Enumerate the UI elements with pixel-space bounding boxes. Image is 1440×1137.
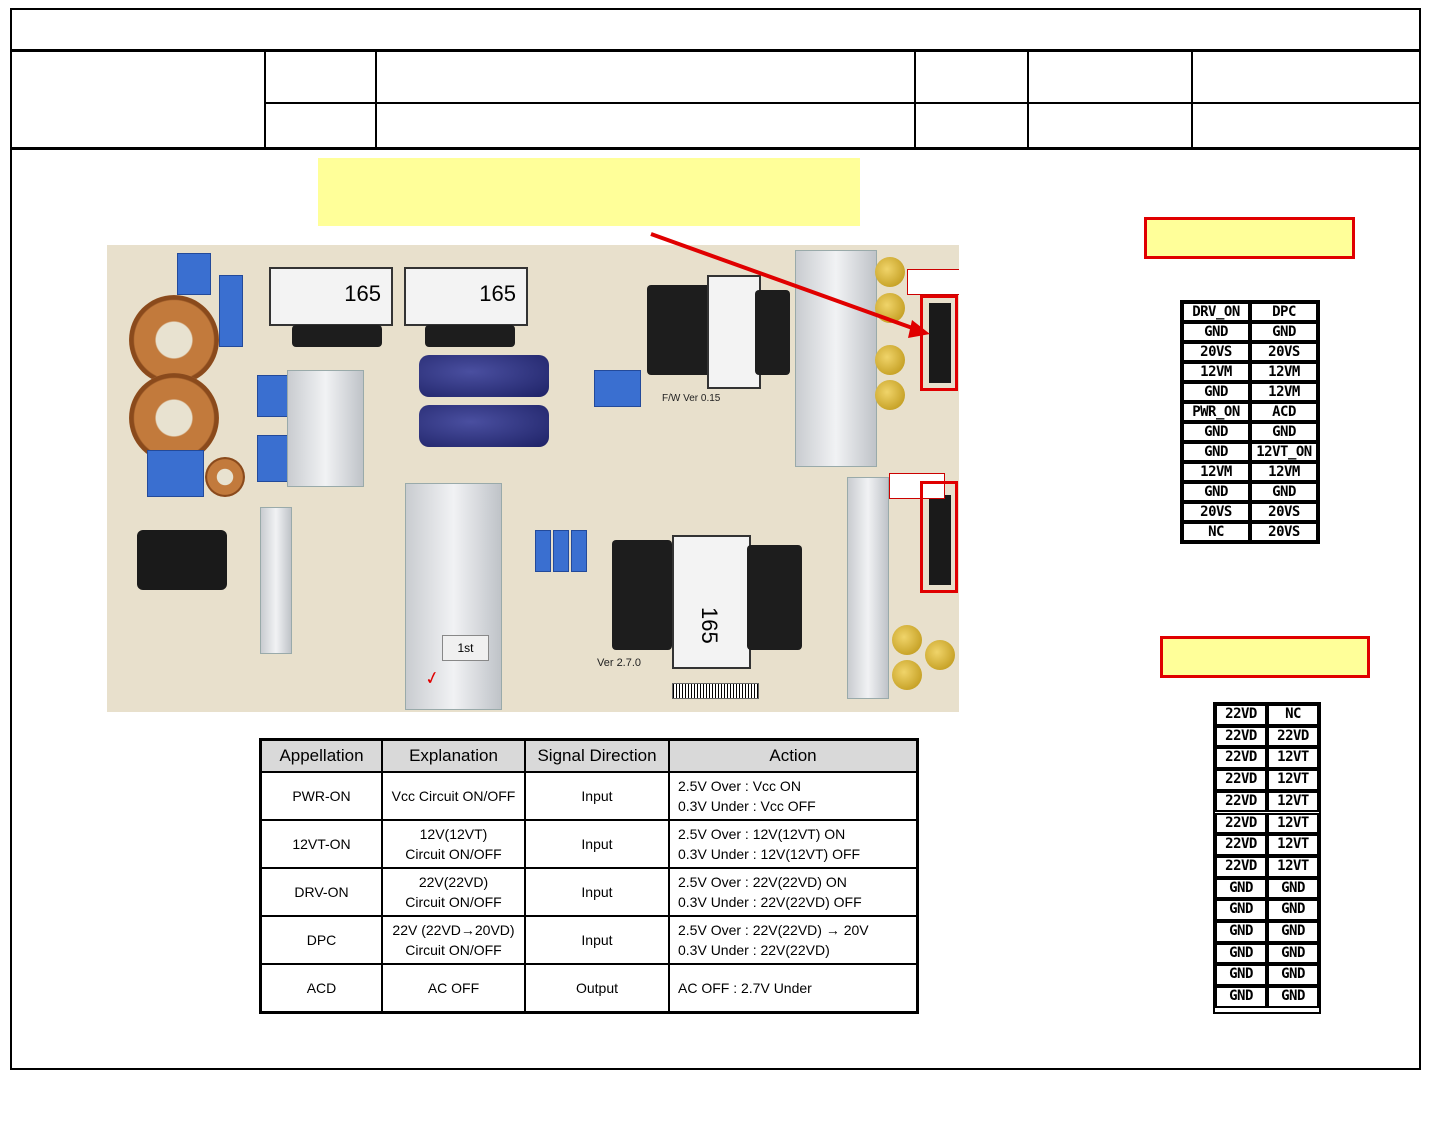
cell-action: AC OFF : 2.7V Under xyxy=(668,963,919,1014)
table-row: DRV-ON 22V(22VD) Circuit ON/OFF Input 2.5… xyxy=(259,867,919,917)
pin-label: GND xyxy=(1267,899,1319,921)
pin-label: GND xyxy=(1250,322,1318,342)
cell-action: 2.5V Over : 12V(12VT) ON 0.3V Under : 12V… xyxy=(668,819,919,869)
pin-label: GND xyxy=(1182,422,1250,442)
pin-label: 12VM xyxy=(1250,462,1318,482)
cell-explanation: Vcc Circuit ON/OFF xyxy=(381,771,526,821)
col-header-appellation: Appellation xyxy=(259,738,383,773)
pin-label: 22VD xyxy=(1267,725,1319,748)
pin-label: 12VM xyxy=(1182,462,1250,482)
cell-appellation: ACD xyxy=(259,963,383,1014)
signal-table: Appellation Explanation Signal Direction… xyxy=(259,738,919,1014)
pin-label: 22VD xyxy=(1215,704,1267,726)
pin-label: 12VT xyxy=(1267,855,1319,878)
table-row: PWR-ON Vcc Circuit ON/OFF Input 2.5V Ove… xyxy=(259,771,919,821)
pin-label: 20VS xyxy=(1182,342,1250,362)
cell-direction: Output xyxy=(524,963,670,1014)
pin-label: GND xyxy=(1267,942,1319,965)
pin-label: 22VD xyxy=(1215,855,1267,878)
pin-label: 22VD xyxy=(1215,769,1267,791)
cell-explanation: 22V(22VD) Circuit ON/OFF xyxy=(381,867,526,917)
cell-direction: Input xyxy=(524,771,670,821)
pin-label: GND xyxy=(1267,986,1319,1008)
pin-label: GND xyxy=(1182,482,1250,502)
pin-label: 12VM xyxy=(1182,362,1250,382)
pin-label: 12VM xyxy=(1250,362,1318,382)
pin-label: 20VS xyxy=(1250,502,1318,522)
cell-explanation: AC OFF xyxy=(381,963,526,1014)
pin-label: GND xyxy=(1267,964,1319,987)
table-row: 12VT-ON 12V(12VT) Circuit ON/OFF Input 2.… xyxy=(259,819,919,869)
cell-appellation: DRV-ON xyxy=(259,867,383,917)
pin-label: GND xyxy=(1215,899,1267,921)
pin-label: GND xyxy=(1215,921,1267,943)
cell-direction: Input xyxy=(524,819,670,869)
pin-label: DRV_ON xyxy=(1182,302,1250,322)
pin-label: GND xyxy=(1250,422,1318,442)
col-header-action: Action xyxy=(668,738,919,773)
pin-label: NC xyxy=(1267,704,1319,726)
pin-label: GND xyxy=(1182,442,1250,462)
cell-explanation: 22V (22VD→20VD) Circuit ON/OFF xyxy=(381,915,526,965)
pin-label: 20VS xyxy=(1250,522,1318,542)
pin-label: ACD xyxy=(1250,402,1318,422)
cell-action: 2.5V Over : Vcc ON 0.3V Under : Vcc OFF xyxy=(668,771,919,821)
pin-label: GND xyxy=(1215,986,1267,1008)
cell-action: 2.5V Over : 22V(22VD) → 20V 0.3V Under : … xyxy=(668,915,919,965)
pin-label: 22VD xyxy=(1215,790,1267,813)
pin-label: GND xyxy=(1250,482,1318,502)
pin-label: 22VD xyxy=(1215,725,1267,748)
pin-label: 22VD xyxy=(1215,747,1267,770)
pin-label: GND xyxy=(1267,921,1319,943)
pin-label: NC xyxy=(1182,522,1250,542)
connector-2-pinout: 22VD NC 22VD 22VD 22VD 12VT 22VD 12VT 22VD 12VT 22… xyxy=(1213,702,1321,1014)
pin-label: GND xyxy=(1182,322,1250,342)
pin-label: GND xyxy=(1215,964,1267,987)
pin-label: GND xyxy=(1182,382,1250,402)
pin-label: 12VT xyxy=(1267,812,1319,835)
cell-direction: Input xyxy=(524,915,670,965)
cell-appellation: PWR-ON xyxy=(259,771,383,821)
pin-label: PWR_ON xyxy=(1182,402,1250,422)
col-header-explanation: Explanation xyxy=(381,738,526,773)
cell-appellation: 12VT-ON xyxy=(259,819,383,869)
table-row: ACD AC OFF Output AC OFF : 2.7V Under xyxy=(259,963,919,1014)
pin-label: 12VT xyxy=(1267,747,1319,770)
pin-label: DPC xyxy=(1250,302,1318,322)
pin-label: GND xyxy=(1215,877,1267,900)
pin-label: GND xyxy=(1267,877,1319,900)
col-header-direction: Signal Direction xyxy=(524,738,670,773)
pin-label: 12VM xyxy=(1250,382,1318,402)
cell-action: 2.5V Over : 22V(22VD) ON 0.3V Under : 22V… xyxy=(668,867,919,917)
pin-label: 12VT_ON xyxy=(1250,442,1318,462)
pin-label: 12VT xyxy=(1267,790,1319,813)
pin-label: 12VT xyxy=(1267,769,1319,791)
pin-label: 20VS xyxy=(1250,342,1318,362)
pin-label: 20VS xyxy=(1182,502,1250,522)
pin-label: 22VD xyxy=(1215,812,1267,835)
connector-1-pinout: DRV_ON DPC GND GND 20VS 20VS 12VM 12VM GND 12VM PW… xyxy=(1180,300,1320,544)
cell-direction: Input xyxy=(524,867,670,917)
cell-explanation: 12V(12VT) Circuit ON/OFF xyxy=(381,819,526,869)
table-row: DPC 22V (22VD→20VD) Circuit ON/OFF Input … xyxy=(259,915,919,965)
pin-label: 22VD xyxy=(1215,834,1267,856)
pin-label: 12VT xyxy=(1267,834,1319,856)
cell-appellation: DPC xyxy=(259,915,383,965)
pin-label: GND xyxy=(1215,942,1267,965)
